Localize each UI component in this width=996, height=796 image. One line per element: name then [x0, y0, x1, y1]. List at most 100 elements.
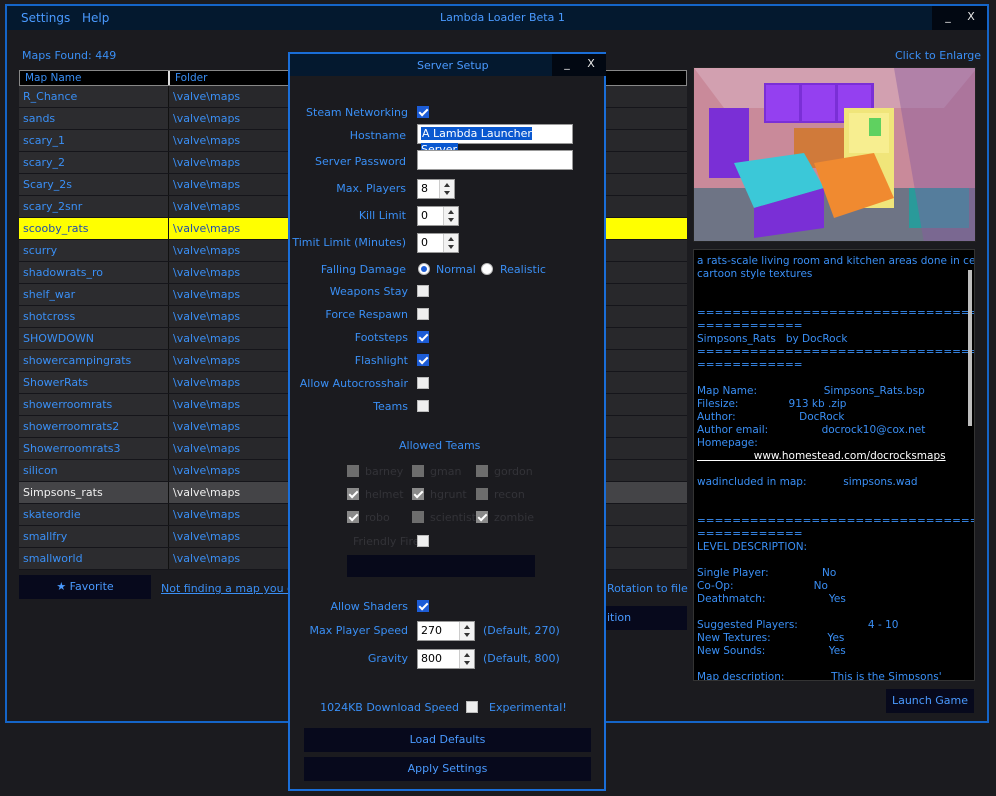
map-name-cell[interactable]: showerroomrats	[19, 394, 169, 415]
spin-arrows-icon[interactable]	[443, 207, 458, 225]
hostname-label: Hostname	[349, 129, 406, 142]
allow-shaders-checkbox[interactable]	[417, 600, 429, 612]
description-line: Single Player: No	[697, 567, 837, 579]
team-barney-checkbox[interactable]	[347, 465, 359, 477]
not-finding-map-link[interactable]: Not finding a map you downloaded?	[161, 582, 291, 595]
map-name-cell[interactable]: shelf_war	[19, 284, 169, 305]
map-name-cell[interactable]: shadowrats_ro	[19, 262, 169, 283]
map-name-cell[interactable]: Scary_2s	[19, 174, 169, 195]
max-player-speed-stepper[interactable]: 270	[417, 621, 475, 641]
map-name-cell[interactable]: showercampingrats	[19, 350, 169, 371]
friendly-fire-label: Friendly Fire	[353, 535, 420, 548]
max-players-stepper[interactable]: 8	[417, 179, 455, 199]
map-name-cell[interactable]: Showerroomrats3	[19, 438, 169, 459]
team-helmet-checkbox[interactable]	[347, 488, 359, 500]
description-line	[697, 281, 956, 294]
allow-shaders-label: Allow Shaders	[330, 600, 408, 613]
map-name-cell[interactable]: skateordie	[19, 504, 169, 525]
window-title: Lambda Loader Beta 1	[440, 11, 565, 24]
max-speed-value: 270	[421, 624, 442, 637]
footsteps-checkbox[interactable]	[417, 331, 429, 343]
server-password-input[interactable]	[417, 150, 573, 170]
download-speed-checkbox[interactable]	[466, 701, 478, 713]
team-gordon-checkbox[interactable]	[476, 465, 488, 477]
description-line: ============	[697, 528, 803, 540]
force-respawn-checkbox[interactable]	[417, 308, 429, 320]
spin-arrows-icon[interactable]	[443, 234, 458, 252]
allow-autocrosshair-checkbox[interactable]	[417, 377, 429, 389]
description-line: ============	[697, 320, 803, 332]
dialog-title-bar: Server Setup _ X	[290, 54, 606, 76]
map-preview-image[interactable]	[693, 67, 976, 242]
weapons-stay-checkbox[interactable]	[417, 285, 429, 297]
map-name-cell[interactable]: SHOWDOWN	[19, 328, 169, 349]
description-scrollbar[interactable]	[968, 270, 972, 426]
map-name-cell[interactable]: R_Chance	[19, 86, 169, 107]
map-name-cell[interactable]: scary_1	[19, 130, 169, 151]
favorite-button[interactable]: ★ Favorite	[19, 575, 151, 599]
load-defaults-button[interactable]: Load Defaults	[304, 728, 591, 752]
map-name-cell[interactable]: scooby_rats	[19, 218, 169, 239]
map-name-cell[interactable]: scary_2	[19, 152, 169, 173]
map-name-cell[interactable]: scurry	[19, 240, 169, 261]
map-name-cell[interactable]: shotcross	[19, 306, 169, 327]
map-name-cell[interactable]: smallfry	[19, 526, 169, 547]
map-name-cell[interactable]: smallworld	[19, 548, 169, 569]
description-line: Map description: This is the Simpsons'	[697, 671, 942, 681]
steam-networking-checkbox[interactable]	[417, 106, 429, 118]
map-name-cell[interactable]: ShowerRats	[19, 372, 169, 393]
team-recon-checkbox[interactable]	[476, 488, 488, 500]
time-limit-stepper[interactable]: 0	[417, 233, 459, 253]
team-hgrunt-checkbox[interactable]	[412, 488, 424, 500]
kill-limit-stepper[interactable]: 0	[417, 206, 459, 226]
max-players-value: 8	[421, 182, 428, 195]
description-line: Deathmatch: Yes	[697, 593, 846, 605]
map-name-cell[interactable]: Simpsons_rats	[19, 482, 169, 503]
gravity-label: Gravity	[367, 652, 408, 665]
spin-arrows-icon[interactable]	[459, 650, 474, 668]
team-scientist-checkbox[interactable]	[412, 511, 424, 523]
apply-settings-button[interactable]: Apply Settings	[304, 757, 591, 781]
map-name-cell[interactable]: showerroomrats2	[19, 416, 169, 437]
disabled-team-button[interactable]	[347, 555, 535, 577]
app-root: Settings Help Lambda Loader Beta 1 _ X M…	[0, 0, 996, 796]
falling-damage-realistic-radio[interactable]	[481, 263, 493, 275]
menu-settings[interactable]: Settings	[21, 11, 70, 25]
menu-help[interactable]: Help	[82, 11, 109, 25]
map-name-cell[interactable]: silicon	[19, 460, 169, 481]
column-header-folder[interactable]: Folder	[170, 71, 207, 85]
map-description-box: a rats-scale living room and kitchen are…	[693, 249, 975, 681]
spin-arrows-icon[interactable]	[459, 622, 474, 640]
map-name-cell[interactable]: scary_2snr	[19, 196, 169, 217]
team-zombie-checkbox[interactable]	[476, 511, 488, 523]
map-name-cell[interactable]: sands	[19, 108, 169, 129]
team-zombie-label: zombie	[494, 511, 535, 524]
close-button[interactable]: X	[955, 6, 987, 30]
force-respawn-label: Force Respawn	[325, 308, 408, 321]
flashlight-checkbox[interactable]	[417, 354, 429, 366]
team-robo-checkbox[interactable]	[347, 511, 359, 523]
teams-checkbox[interactable]	[417, 400, 429, 412]
maps-found-count: Maps Found: 449	[22, 49, 117, 62]
homepage-link[interactable]: www.homestead.com/docrocksmaps	[697, 450, 956, 463]
rotation-to-file-link[interactable]: Rotation to file	[607, 582, 688, 595]
spin-arrows-icon[interactable]	[439, 180, 454, 198]
falling-damage-label: Falling Damage	[320, 263, 406, 276]
dialog-close-button[interactable]: X	[576, 54, 606, 76]
team-gman-checkbox[interactable]	[412, 465, 424, 477]
launch-game-button[interactable]: Launch Game	[886, 689, 974, 713]
column-header-map-name[interactable]: Map Name	[20, 71, 170, 85]
click-to-enlarge-link[interactable]: Click to Enlarge	[895, 49, 981, 62]
friendly-fire-checkbox[interactable]	[417, 535, 429, 547]
falling-damage-normal-radio[interactable]	[418, 263, 430, 275]
gravity-default-hint: (Default, 800)	[483, 652, 560, 665]
gravity-stepper[interactable]: 800	[417, 649, 475, 669]
team-recon-label: recon	[494, 488, 525, 501]
description-line: New Textures: Yes	[697, 632, 845, 644]
description-line	[697, 489, 956, 502]
flashlight-label: Flashlight	[354, 354, 408, 367]
allowed-teams-label: Allowed Teams	[399, 439, 481, 452]
description-line	[697, 554, 956, 567]
rotation-button[interactable]: ition	[601, 606, 687, 630]
hostname-input[interactable]: A Lambda Launcher Server	[417, 124, 573, 156]
